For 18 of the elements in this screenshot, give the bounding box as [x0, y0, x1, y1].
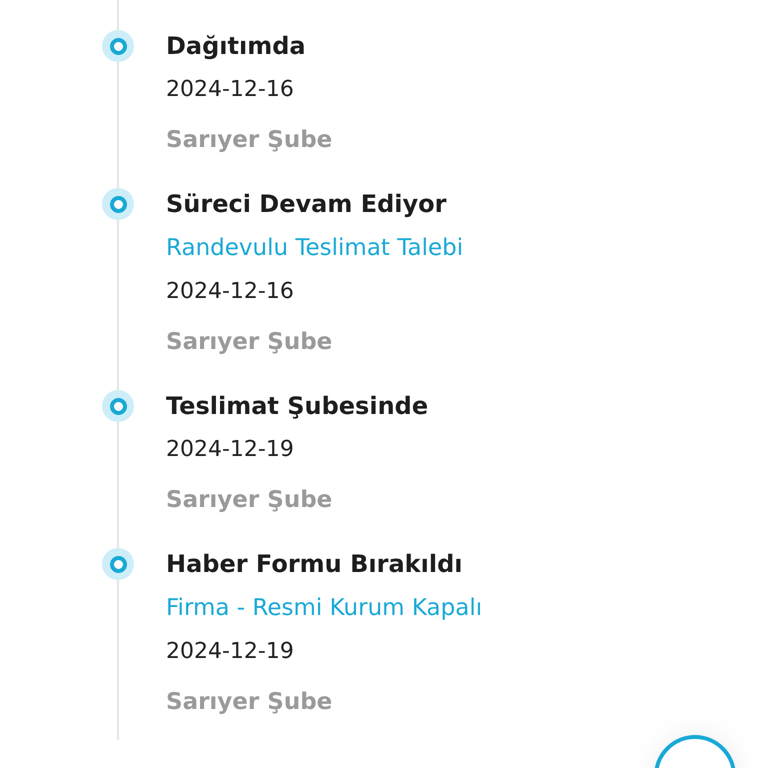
event-date: 2024-12-19 [166, 638, 295, 666]
event-branch: Sarıyer Şube [166, 328, 334, 357]
event-branch: Sarıyer Şube [166, 126, 334, 155]
event-title: Haber Formu Bırakıldı [166, 549, 464, 580]
event-date: 2024-12-19 [166, 436, 295, 464]
event-title: Dağıtımda [166, 31, 307, 62]
event-date: 2024-12-16 [166, 278, 295, 306]
event-title: Teslimat Şubesinde [166, 391, 430, 422]
timeline-dot-icon [102, 188, 134, 220]
event-branch: Sarıyer Şube [166, 486, 334, 515]
event-detail: Firma - Resmi Kurum Kapalı [166, 594, 484, 623]
timeline-dot-icon [102, 390, 134, 422]
event-branch: Sarıyer Şube [166, 688, 334, 717]
event-detail: Randevulu Teslimat Talebi [166, 234, 464, 263]
timeline-dot-icon [102, 548, 134, 580]
event-date: 2024-12-16 [166, 76, 295, 104]
timeline-dot-icon [102, 30, 134, 62]
event-title: Süreci Devam Ediyor [166, 189, 448, 220]
